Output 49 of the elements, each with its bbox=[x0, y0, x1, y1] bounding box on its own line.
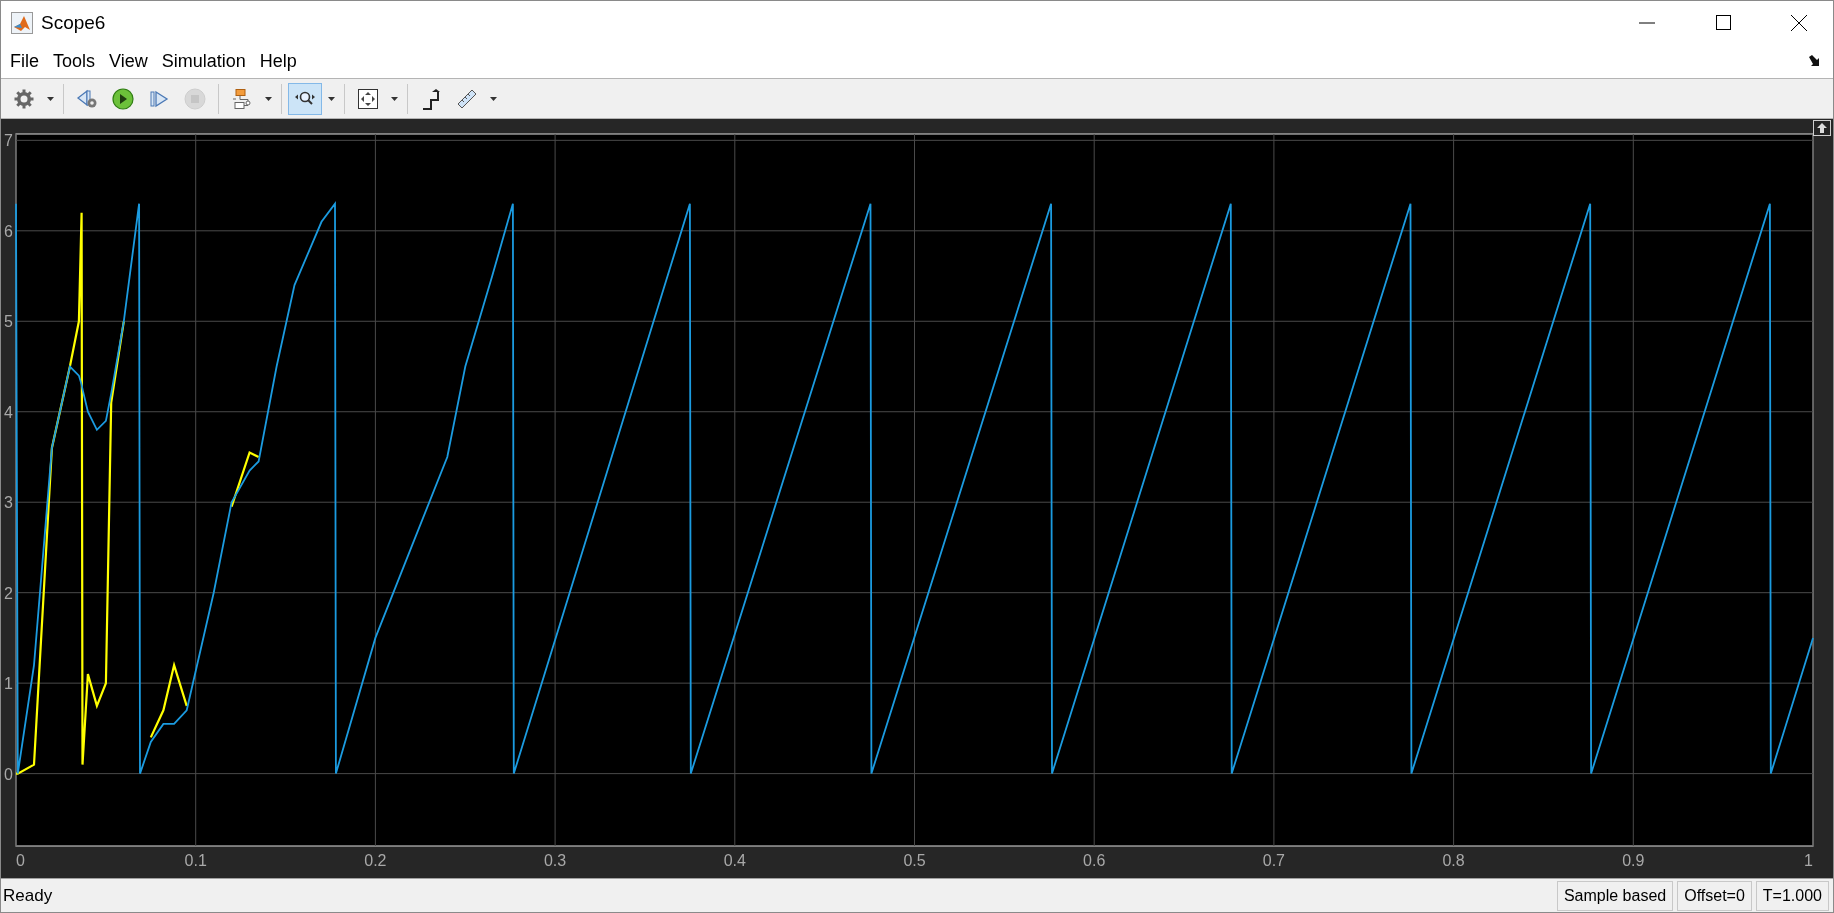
zoom-button[interactable] bbox=[288, 82, 322, 115]
caret-icon bbox=[390, 96, 398, 101]
block-diagram-icon bbox=[231, 87, 253, 110]
y-tick-label: 5 bbox=[4, 313, 13, 331]
menu-item[interactable]: Help bbox=[252, 48, 304, 74]
play-icon bbox=[112, 87, 134, 110]
y-tick-label: 1 bbox=[4, 675, 13, 693]
x-tick-label: 0.4 bbox=[723, 852, 746, 869]
menu-item[interactable]: Simulation bbox=[154, 48, 253, 74]
minimize-icon bbox=[1639, 21, 1655, 24]
x-tick-label: 0 bbox=[16, 852, 25, 869]
x-tick-label: 0.7 bbox=[1262, 852, 1286, 869]
status-message: Ready bbox=[3, 885, 54, 906]
x-tick-label: 0.6 bbox=[1083, 852, 1106, 869]
settings-icon bbox=[13, 87, 35, 110]
x-tick-label: 0.2 bbox=[364, 852, 387, 869]
window-title: Scope6 bbox=[41, 11, 106, 34]
caret-icon bbox=[489, 96, 497, 101]
undock-button[interactable] bbox=[1813, 120, 1831, 136]
y-tick-label: 2 bbox=[4, 584, 13, 602]
caret-icon bbox=[327, 96, 335, 101]
menu-item[interactable]: Tools bbox=[46, 48, 103, 74]
status-field: T=1.000 bbox=[1755, 880, 1829, 911]
menu-item[interactable]: File bbox=[3, 48, 46, 74]
undock-arrow-icon bbox=[1816, 123, 1828, 133]
y-tick-label: 0 bbox=[4, 765, 13, 783]
x-tick-label: 0.1 bbox=[184, 852, 207, 869]
step-signal-icon bbox=[420, 87, 442, 110]
y-tick-label: 4 bbox=[4, 403, 13, 421]
y-tick-label: 7 bbox=[4, 132, 13, 150]
menu-item[interactable]: View bbox=[102, 48, 155, 74]
status-field: Offset=0 bbox=[1677, 880, 1752, 911]
caret-icon bbox=[46, 96, 54, 101]
stop-icon bbox=[184, 87, 206, 110]
x-tick-label: 0.9 bbox=[1622, 852, 1645, 869]
x-tick-label: 0.8 bbox=[1442, 852, 1465, 869]
close-icon bbox=[1791, 14, 1807, 31]
ruler-icon bbox=[456, 87, 478, 110]
maximize-icon bbox=[1715, 15, 1731, 30]
x-tick-label: 0.5 bbox=[903, 852, 926, 869]
status-field: Sample based bbox=[1556, 880, 1674, 911]
x-tick-label: 1 bbox=[1804, 852, 1813, 869]
y-tick-label: 3 bbox=[4, 494, 13, 512]
app-logo-icon bbox=[11, 11, 33, 34]
caret-icon bbox=[264, 96, 272, 101]
step-back-icon bbox=[76, 87, 98, 110]
x-tick-label: 0.3 bbox=[543, 852, 567, 869]
fit-to-view-icon bbox=[357, 87, 379, 110]
y-tick-label: 6 bbox=[4, 222, 13, 240]
